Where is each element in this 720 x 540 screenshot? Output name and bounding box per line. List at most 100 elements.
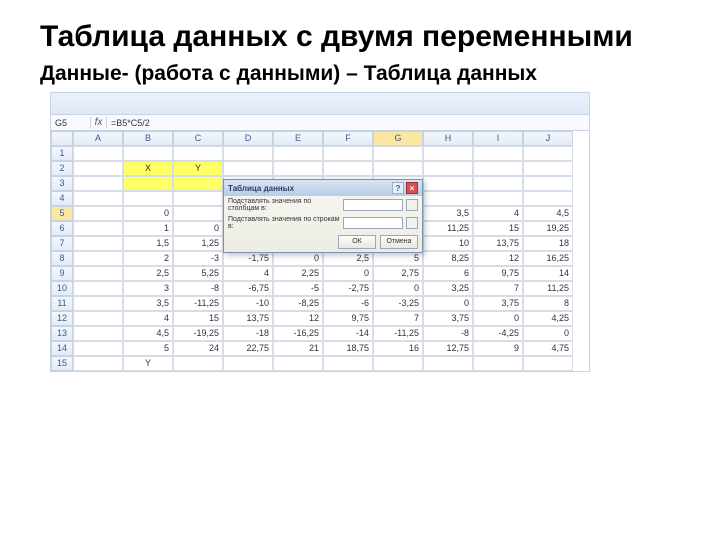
cell[interactable]: 18,75 — [323, 341, 373, 356]
cell[interactable] — [373, 161, 423, 176]
cell[interactable]: 3,5 — [423, 206, 473, 221]
cell[interactable] — [423, 176, 473, 191]
cell[interactable]: 0 — [123, 206, 173, 221]
row-header-13[interactable]: 13 — [51, 326, 73, 341]
cell[interactable] — [323, 146, 373, 161]
row-header-8[interactable]: 8 — [51, 251, 73, 266]
cell[interactable]: 4,25 — [523, 311, 573, 326]
cell[interactable]: -8 — [173, 281, 223, 296]
cell[interactable]: 9,75 — [323, 311, 373, 326]
cell[interactable]: 2,5 — [323, 251, 373, 266]
cell[interactable]: -5 — [273, 281, 323, 296]
cell[interactable] — [423, 356, 473, 371]
row-input-field[interactable] — [343, 199, 403, 211]
close-icon[interactable]: × — [406, 182, 418, 194]
cell[interactable]: 21 — [273, 341, 323, 356]
cell[interactable] — [423, 146, 473, 161]
cell[interactable]: 16 — [373, 341, 423, 356]
cell[interactable]: 9,75 — [473, 266, 523, 281]
cell[interactable]: 12 — [273, 311, 323, 326]
col-header-B[interactable]: B — [123, 131, 173, 146]
cell[interactable]: -1,75 — [223, 251, 273, 266]
cell[interactable]: 0 — [173, 221, 223, 236]
cell[interactable]: 19,25 — [523, 221, 573, 236]
cell[interactable] — [73, 236, 123, 251]
cell[interactable] — [223, 146, 273, 161]
cell[interactable] — [323, 356, 373, 371]
cell[interactable] — [473, 356, 523, 371]
cell[interactable] — [73, 206, 123, 221]
cell[interactable] — [73, 251, 123, 266]
cell[interactable] — [73, 191, 123, 206]
name-box[interactable]: G5 — [51, 117, 91, 129]
col-header-F[interactable]: F — [323, 131, 373, 146]
cell[interactable] — [423, 161, 473, 176]
cell[interactable]: 22,75 — [223, 341, 273, 356]
cell[interactable]: Y — [173, 161, 223, 176]
row-header-7[interactable]: 7 — [51, 236, 73, 251]
cell[interactable]: 0 — [323, 266, 373, 281]
cell[interactable]: 3,75 — [473, 296, 523, 311]
row-header-14[interactable]: 14 — [51, 341, 73, 356]
cell[interactable]: 7 — [373, 311, 423, 326]
cell[interactable] — [473, 161, 523, 176]
cell[interactable]: 6 — [423, 266, 473, 281]
cell[interactable]: 2,25 — [273, 266, 323, 281]
cell[interactable]: -8 — [423, 326, 473, 341]
row-header-4[interactable]: 4 — [51, 191, 73, 206]
cell[interactable] — [273, 356, 323, 371]
cell[interactable]: 12,75 — [423, 341, 473, 356]
cell[interactable]: 10 — [423, 236, 473, 251]
cell[interactable] — [123, 191, 173, 206]
row-header-5[interactable]: 5 — [51, 206, 73, 221]
cell[interactable]: 8,25 — [423, 251, 473, 266]
cell[interactable]: 8 — [523, 296, 573, 311]
fx-icon[interactable]: fx — [91, 117, 107, 128]
cell[interactable] — [73, 341, 123, 356]
cell[interactable] — [173, 146, 223, 161]
cancel-button[interactable]: Отмена — [380, 235, 418, 249]
row-header-6[interactable]: 6 — [51, 221, 73, 236]
col-header-A[interactable]: A — [73, 131, 123, 146]
cell[interactable] — [473, 146, 523, 161]
cell[interactable] — [523, 176, 573, 191]
cell[interactable]: 3,75 — [423, 311, 473, 326]
cell[interactable]: 24 — [173, 341, 223, 356]
cell[interactable] — [473, 191, 523, 206]
cell[interactable]: -4,25 — [473, 326, 523, 341]
cell[interactable]: -8,25 — [273, 296, 323, 311]
cell[interactable]: Y — [123, 356, 173, 371]
cell[interactable] — [523, 161, 573, 176]
cell[interactable]: -11,25 — [373, 326, 423, 341]
cell[interactable] — [223, 356, 273, 371]
ref-picker-icon[interactable] — [406, 199, 418, 211]
cell[interactable]: -16,25 — [273, 326, 323, 341]
cell[interactable] — [423, 191, 473, 206]
col-header-C[interactable]: C — [173, 131, 223, 146]
cell[interactable]: -11,25 — [173, 296, 223, 311]
row-header-11[interactable]: 11 — [51, 296, 73, 311]
col-header-J[interactable]: J — [523, 131, 573, 146]
row-header-9[interactable]: 9 — [51, 266, 73, 281]
cell[interactable] — [473, 176, 523, 191]
cell[interactable]: 3,25 — [423, 281, 473, 296]
row-header-15[interactable]: 15 — [51, 356, 73, 371]
ok-button[interactable]: ОК — [338, 235, 376, 249]
cell[interactable] — [123, 146, 173, 161]
cell[interactable]: 0 — [473, 311, 523, 326]
cell[interactable]: 2,5 — [123, 266, 173, 281]
col-input-field[interactable] — [343, 217, 403, 229]
cell[interactable]: 3 — [123, 281, 173, 296]
cell[interactable]: -6,75 — [223, 281, 273, 296]
col-header-E[interactable]: E — [273, 131, 323, 146]
row-header-3[interactable]: 3 — [51, 176, 73, 191]
cell[interactable] — [73, 176, 123, 191]
cell[interactable]: 15 — [173, 311, 223, 326]
cell[interactable]: -18 — [223, 326, 273, 341]
cell[interactable]: 4,75 — [523, 341, 573, 356]
row-header-10[interactable]: 10 — [51, 281, 73, 296]
cell[interactable]: -2,75 — [323, 281, 373, 296]
cell[interactable]: -19,25 — [173, 326, 223, 341]
cell[interactable] — [73, 146, 123, 161]
cell[interactable]: 1,25 — [173, 236, 223, 251]
